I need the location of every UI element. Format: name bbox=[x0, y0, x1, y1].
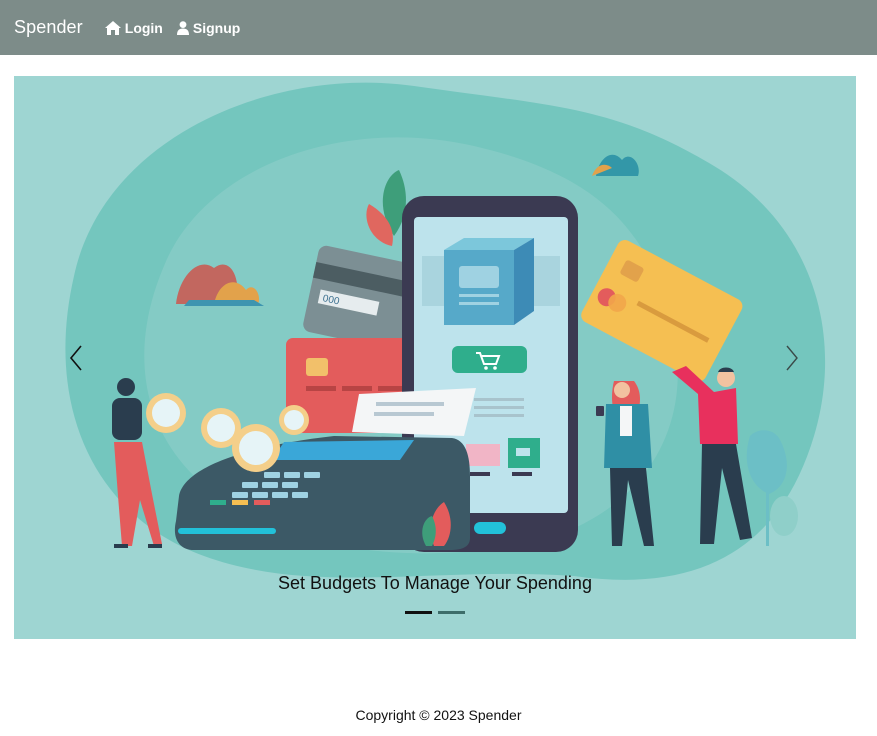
hero-carousel: 000 Set Budgets To Manage Your Spending bbox=[14, 76, 856, 639]
carousel-indicators bbox=[14, 611, 856, 614]
carousel-next-button[interactable] bbox=[772, 338, 812, 378]
chevron-right-icon bbox=[786, 345, 798, 371]
brand-link[interactable]: Spender bbox=[14, 17, 83, 38]
nav-login-label: Login bbox=[124, 19, 163, 36]
nav-signup-label: Signup bbox=[192, 19, 241, 36]
carousel-caption: Set Budgets To Manage Your Spending bbox=[278, 573, 592, 593]
nav-login-link[interactable]: Login bbox=[104, 19, 163, 36]
payment-illustration: 000 bbox=[65, 82, 826, 580]
nav-signup-link[interactable]: Signup bbox=[176, 19, 241, 36]
carousel-indicator-2[interactable] bbox=[438, 611, 465, 614]
carousel-indicator-1[interactable] bbox=[405, 611, 432, 614]
chevron-left-icon bbox=[69, 345, 82, 371]
home-icon bbox=[104, 20, 121, 35]
navbar: Spender Login Signup bbox=[0, 0, 877, 55]
carousel-prev-button[interactable] bbox=[56, 338, 96, 378]
user-icon bbox=[176, 20, 189, 35]
footer-copyright: Copyright © 2023 Spender bbox=[355, 707, 522, 723]
